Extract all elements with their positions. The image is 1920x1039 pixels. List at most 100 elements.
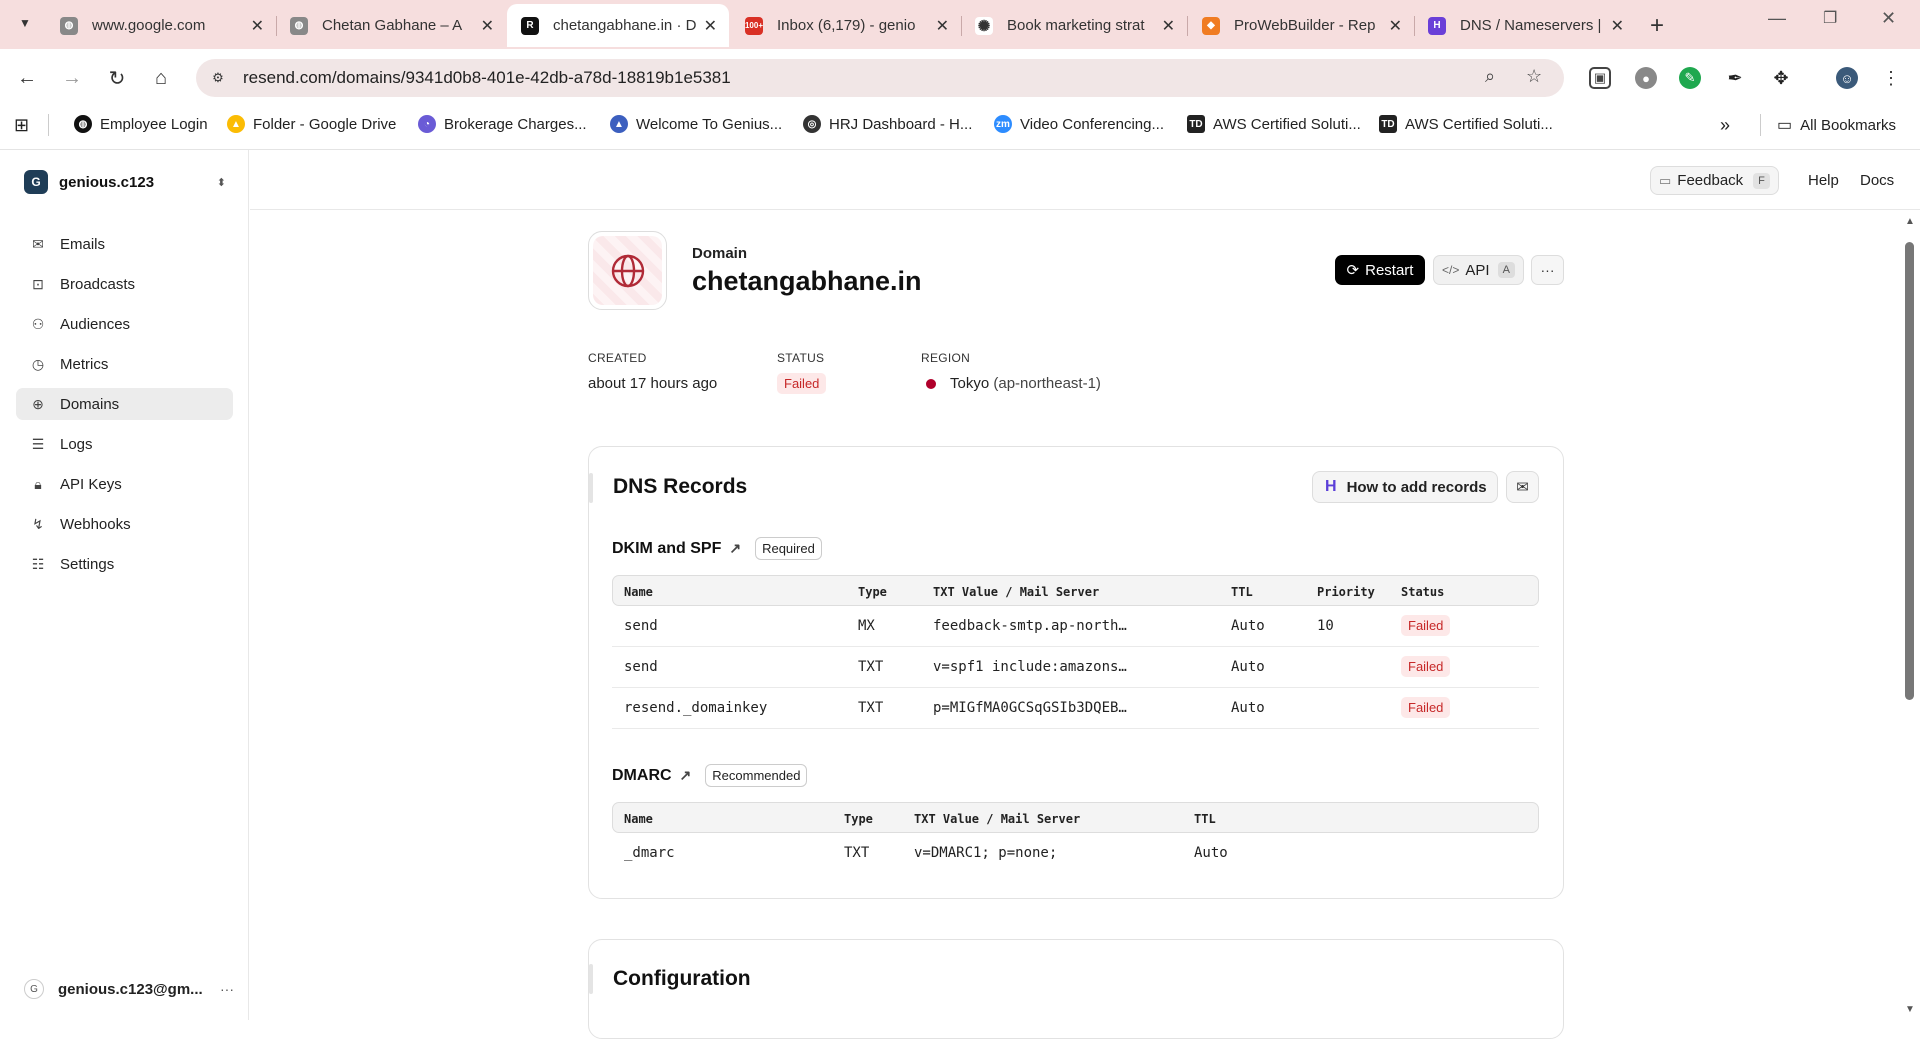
evernote-icon[interactable]: ✎ xyxy=(1679,67,1701,89)
profile-avatar[interactable]: ☺ xyxy=(1836,67,1858,89)
record-name[interactable]: resend._domainkey xyxy=(624,700,767,716)
site-info-icon[interactable]: ⚙ xyxy=(205,65,231,91)
close-icon[interactable]: ✕ xyxy=(251,16,264,36)
record-value[interactable]: v=DMARC1; p=none; xyxy=(914,845,1057,861)
tab-search-dropdown[interactable]: ▼ xyxy=(14,12,36,34)
column-header: Priority xyxy=(1317,585,1375,599)
sidebar-item-audiences[interactable]: ⚇ Audiences xyxy=(16,308,233,340)
status-badge: Failed xyxy=(1401,615,1451,636)
bookmark-item[interactable]: ▲ Folder - Google Drive xyxy=(227,115,396,133)
bookmark-item[interactable]: ◍ Employee Login xyxy=(74,115,208,133)
star-icon[interactable]: ☆ xyxy=(1526,66,1542,87)
scroll-up-icon[interactable]: ▲ xyxy=(1905,216,1915,227)
bookmark-item[interactable]: ▲ Welcome To Genius... xyxy=(610,115,782,133)
apps-icon[interactable]: ⊞ xyxy=(14,115,29,136)
scrollbar[interactable]: ▲ ▼ xyxy=(1900,212,1920,1020)
scrollbar-thumb[interactable] xyxy=(1905,242,1914,700)
sidebar-item-label: Domains xyxy=(60,395,120,413)
sidebar-item-broadcasts[interactable]: ⊡ Broadcasts xyxy=(16,268,233,300)
puzzle-icon[interactable]: ✥ xyxy=(1770,67,1792,89)
new-tab-button[interactable]: + xyxy=(1650,12,1664,40)
api-button[interactable]: </> API A xyxy=(1433,255,1524,285)
table-row[interactable]: _dmarc TXT v=DMARC1; p=none; Auto xyxy=(612,833,1539,874)
tab-title: DNS / Nameservers | xyxy=(1460,17,1602,34)
record-value[interactable]: v=spf1 include:amazons… xyxy=(933,659,1127,675)
record-value[interactable]: p=MIGfMA0GCSqGSIb3DQEB… xyxy=(933,700,1127,716)
globe-icon: ⊕ xyxy=(32,395,44,412)
users-icon: ⚇ xyxy=(31,315,45,332)
restore-button[interactable]: ❐ xyxy=(1823,8,1837,28)
sidebar-item-webhooks[interactable]: ↯ Webhooks xyxy=(16,508,233,540)
page-title: chetangabhane.in xyxy=(692,266,922,296)
sidebar-item-api-keys[interactable]: 🔒︎ API Keys xyxy=(16,468,233,500)
close-icon[interactable]: ✕ xyxy=(1611,16,1624,36)
extension-icon[interactable]: ● xyxy=(1635,67,1657,89)
sidebar-item-logs[interactable]: ☰ Logs xyxy=(16,428,233,460)
home-button[interactable]: ⌂ xyxy=(149,66,173,90)
openai-icon: ✺ xyxy=(975,16,993,35)
external-link-icon[interactable]: ↗ xyxy=(680,767,692,784)
url-text[interactable]: resend.com/domains/9341d0b8-401e-42db-a7… xyxy=(243,68,731,88)
close-icon[interactable]: ✕ xyxy=(936,16,949,36)
code-icon: </> xyxy=(1442,263,1460,277)
bookmark-item[interactable]: TD AWS Certified Soluti... xyxy=(1379,115,1553,133)
sidebar-item-metrics[interactable]: ◷ Metrics xyxy=(16,348,233,380)
more-button[interactable]: ··· xyxy=(1531,255,1564,285)
extension-icon[interactable]: ▣ xyxy=(1589,67,1611,89)
sidebar-item-emails[interactable]: ✉ Emails xyxy=(16,228,233,260)
tab-google[interactable]: ◍ www.google.com ✕ xyxy=(46,4,277,47)
sidebar-item-domains[interactable]: ⊕ Domains xyxy=(16,388,233,420)
shortcut-key: F xyxy=(1753,172,1770,189)
account-menu[interactable]: G genious.c123@gm... ··· xyxy=(24,979,234,999)
back-button[interactable]: ← xyxy=(15,66,39,90)
scroll-down-icon[interactable]: ▼ xyxy=(1905,1004,1915,1015)
how-to-add-records-button[interactable]: H How to add records xyxy=(1312,471,1498,503)
bookmark-item[interactable]: TD AWS Certified Soluti... xyxy=(1187,115,1361,133)
bookmark-item[interactable]: zm Video Conferencing... xyxy=(994,115,1164,133)
record-value[interactable]: feedback-smtp.ap-north… xyxy=(933,618,1127,634)
region-name: Tokyo xyxy=(950,375,990,392)
menu-icon[interactable]: ⋮ xyxy=(1880,67,1902,89)
address-bar[interactable]: ⚙ resend.com/domains/9341d0b8-401e-42db-… xyxy=(196,59,1564,97)
close-icon[interactable]: ✕ xyxy=(1389,16,1402,36)
tab-hostinger[interactable]: H DNS / Nameservers | ✕ xyxy=(1414,4,1636,47)
close-icon[interactable]: ✕ xyxy=(704,16,717,36)
list-icon: ☰ xyxy=(31,435,45,452)
minimize-button[interactable]: — xyxy=(1768,8,1786,29)
email-records-button[interactable]: ✉ xyxy=(1506,471,1539,503)
tab-chatgpt[interactable]: ✺ Book marketing strat ✕ xyxy=(961,4,1188,47)
tab-gmail[interactable]: 100+ Inbox (6,179) - genio ✕ xyxy=(731,4,962,47)
dkim-section-title: DKIM and SPF ↗ Required xyxy=(612,537,822,560)
sidebar-item-settings[interactable]: ☷ Settings xyxy=(16,548,233,580)
tab-resend-domain[interactable]: R chetangabhane.in · D ✕ xyxy=(507,4,729,47)
table-row[interactable]: send TXT v=spf1 include:amazons… Auto Fa… xyxy=(612,647,1539,688)
all-bookmarks[interactable]: ▭ All Bookmarks xyxy=(1777,115,1896,135)
eyedropper-icon[interactable]: ✒ xyxy=(1724,67,1746,89)
feedback-button[interactable]: ▭ Feedback F xyxy=(1650,166,1779,195)
external-link-icon[interactable]: ↗ xyxy=(729,540,741,557)
record-name[interactable]: _dmarc xyxy=(624,845,675,861)
zoom-icon[interactable]: ⌕ xyxy=(1485,66,1495,87)
record-name[interactable]: send xyxy=(624,618,658,634)
restart-button[interactable]: ⟳ Restart xyxy=(1335,255,1425,285)
forward-button[interactable]: → xyxy=(60,66,84,90)
team-switcher[interactable]: G genious.c123 ⬍ xyxy=(24,170,226,194)
table-row[interactable]: resend._domainkey TXT p=MIGfMA0GCSqGSIb3… xyxy=(612,688,1539,729)
configuration-card: Configuration xyxy=(588,939,1564,1039)
docs-link[interactable]: Docs xyxy=(1860,172,1894,189)
tab-chetan[interactable]: ◍ Chetan Gabhane – A ✕ xyxy=(276,4,506,47)
refresh-icon: ⟳ xyxy=(1346,262,1360,279)
chevron-right-icon[interactable]: » xyxy=(1720,115,1730,136)
record-name[interactable]: send xyxy=(624,659,658,675)
table-row[interactable]: send MX feedback-smtp.ap-north… Auto 10 … xyxy=(612,606,1539,647)
column-header: Name xyxy=(624,585,653,599)
help-link[interactable]: Help xyxy=(1808,172,1839,189)
close-icon[interactable]: ✕ xyxy=(481,16,494,36)
close-icon[interactable]: ✕ xyxy=(1162,16,1175,36)
close-window-button[interactable]: ✕ xyxy=(1881,8,1896,29)
more-icon[interactable]: ··· xyxy=(220,981,234,997)
bookmark-item[interactable]: ◔ Brokerage Charges... xyxy=(418,115,587,133)
bookmark-item[interactable]: ◎ HRJ Dashboard - H... xyxy=(803,115,972,133)
reload-button[interactable]: ↻ xyxy=(105,66,129,90)
tab-prowebbuilder[interactable]: ◆ ProWebBuilder - Rep ✕ xyxy=(1188,4,1415,47)
